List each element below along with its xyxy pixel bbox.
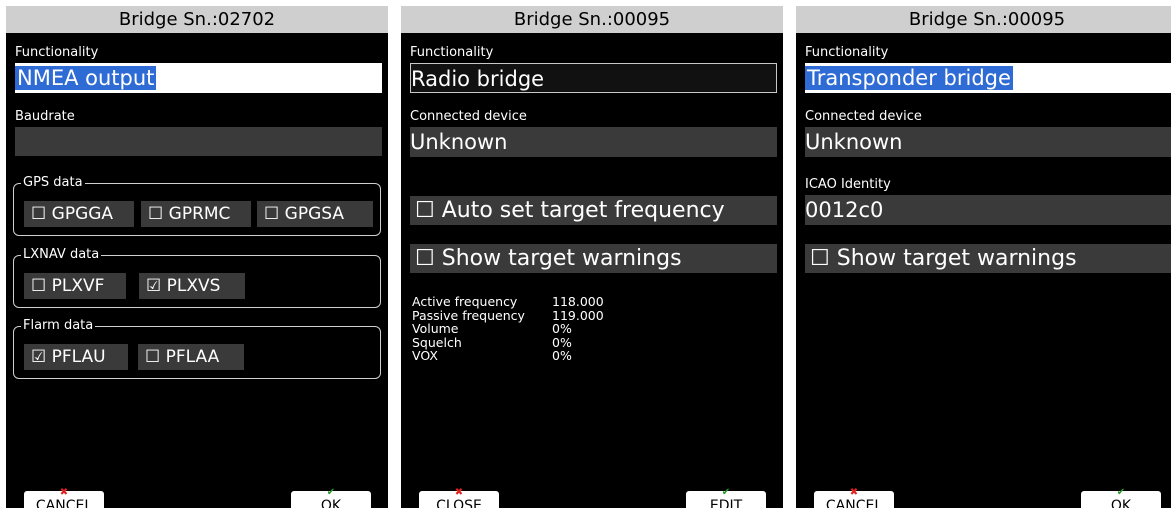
- bridge-settings-panel-radio: Bridge Sn.:00095 Functionality Radio bri…: [401, 6, 783, 508]
- functionality-label: Functionality: [15, 45, 99, 60]
- checkbox-label: GPRMC: [168, 204, 231, 224]
- functionality-select[interactable]: NMEA output: [15, 63, 382, 93]
- bridge-settings-panel-nmea: Bridge Sn.:02702 Functionality NMEA outp…: [6, 6, 388, 508]
- info-key: Passive frequency: [412, 307, 525, 323]
- ok-check-icon: ✔: [1116, 487, 1126, 498]
- checkbox-label: Show target warnings: [836, 246, 1077, 271]
- checkbox-label: GPGSA: [284, 204, 344, 224]
- baudrate-label: Baudrate: [15, 109, 75, 124]
- edit-check-icon: ✔: [721, 487, 731, 498]
- checkbox-icon: ☑: [146, 276, 162, 296]
- checkbox-icon: ☐: [264, 204, 280, 224]
- info-key: Volume: [412, 321, 459, 336]
- cancel-button-label: CANCEL: [825, 498, 883, 508]
- cancel-button[interactable]: ✖ CANCEL: [24, 487, 104, 508]
- plxvf-checkbox[interactable]: ☐ PLXVF: [24, 273, 126, 299]
- checkbox-label: Auto set target frequency: [441, 198, 725, 223]
- cancel-mark-icon: ✖: [849, 487, 859, 498]
- info-key: VOX: [412, 348, 438, 363]
- functionality-value: NMEA output: [15, 66, 157, 90]
- info-value: 0%: [552, 321, 572, 336]
- ok-button[interactable]: ✔ OK: [291, 487, 371, 508]
- show-target-warnings-checkbox[interactable]: ☐ Show target warnings: [410, 244, 777, 273]
- info-key: Squelch: [412, 334, 462, 350]
- auto-set-frequency-checkbox[interactable]: ☐ Auto set target frequency: [410, 196, 777, 225]
- functionality-select[interactable]: Transponder bridge: [805, 63, 1171, 93]
- cancel-mark-icon: ✖: [59, 487, 69, 498]
- checkbox-icon: ☐: [145, 347, 161, 367]
- gprmc-checkbox[interactable]: ☐ GPRMC: [141, 201, 251, 227]
- ok-button[interactable]: ✔ OK: [1081, 487, 1161, 508]
- connected-device-value: Unknown: [410, 130, 508, 154]
- checkbox-label: PFLAU: [51, 347, 106, 367]
- pflau-checkbox[interactable]: ☑ PFLAU: [24, 344, 128, 370]
- panel-title: Bridge Sn.:02702: [6, 6, 388, 33]
- functionality-value: Transponder bridge: [805, 66, 1013, 90]
- checkbox-icon: ☐: [31, 204, 47, 224]
- close-button-label: CLOSE: [436, 498, 482, 508]
- functionality-label: Functionality: [410, 45, 494, 60]
- lxnav-data-group: LXNAV data ☐ PLXVF ☑ PLXVS: [13, 247, 381, 308]
- gpgga-checkbox[interactable]: ☐ GPGGA: [24, 201, 134, 227]
- checkbox-icon: ☐: [31, 276, 47, 296]
- functionality-value: Radio bridge: [411, 67, 545, 91]
- flarm-data-group: Flarm data ☑ PFLAU ☐ PFLAA: [13, 318, 381, 379]
- gpgsa-checkbox[interactable]: ☐ GPGSA: [257, 201, 373, 227]
- connected-device-select[interactable]: Unknown: [410, 127, 777, 157]
- info-value: 0%: [552, 348, 572, 363]
- close-button[interactable]: ✖ CLOSE: [419, 487, 499, 508]
- info-key: Active frequency: [412, 294, 518, 309]
- close-mark-icon: ✖: [454, 487, 464, 498]
- checkbox-label: PLXVS: [166, 276, 221, 296]
- functionality-select[interactable]: Radio bridge: [410, 63, 777, 93]
- checkbox-label: PFLAA: [165, 347, 220, 367]
- panel-title: Bridge Sn.:00095: [796, 6, 1171, 33]
- checkbox-icon: ☐: [810, 246, 830, 271]
- cancel-button[interactable]: ✖ CANCEL: [814, 487, 894, 508]
- baudrate-select[interactable]: [15, 127, 382, 156]
- connected-device-label: Connected device: [805, 109, 922, 124]
- bridge-settings-panel-transponder: Bridge Sn.:00095 Functionality Transpond…: [796, 6, 1171, 508]
- connected-device-label: Connected device: [410, 109, 527, 124]
- info-value: 118.000: [552, 294, 604, 309]
- ok-button-label: OK: [320, 498, 342, 508]
- icao-identity-label: ICAO Identity: [805, 177, 891, 192]
- checkbox-label: PLXVF: [51, 276, 105, 296]
- checkbox-label: Show target warnings: [441, 246, 682, 271]
- checkbox-label: GPGGA: [51, 204, 114, 224]
- lxnav-group-title: LXNAV data: [21, 247, 102, 263]
- pflaa-checkbox[interactable]: ☐ PFLAA: [138, 344, 244, 370]
- functionality-label: Functionality: [805, 45, 889, 60]
- checkbox-icon: ☑: [31, 347, 47, 367]
- checkbox-icon: ☐: [148, 204, 164, 224]
- gps-group-title: GPS data: [21, 175, 85, 191]
- edit-button-label: EDIT: [709, 498, 743, 508]
- connected-device-value: Unknown: [805, 130, 903, 154]
- plxvs-checkbox[interactable]: ☑ PLXVS: [139, 273, 245, 299]
- cancel-button-label: CANCEL: [35, 498, 93, 508]
- flarm-group-title: Flarm data: [21, 318, 96, 334]
- edit-button[interactable]: ✔ EDIT: [686, 487, 766, 508]
- info-value: 119.000: [552, 307, 604, 323]
- checkbox-icon: ☐: [415, 246, 435, 271]
- gps-data-group: GPS data ☐ GPGGA ☐ GPRMC ☐ GPGSA: [13, 175, 381, 236]
- icao-identity-field[interactable]: 0012c0: [805, 195, 1171, 225]
- panel-title: Bridge Sn.:00095: [401, 6, 783, 33]
- info-value: 0%: [552, 334, 572, 350]
- ok-button-label: OK: [1110, 498, 1132, 508]
- connected-device-select[interactable]: Unknown: [805, 127, 1171, 157]
- checkbox-icon: ☐: [415, 198, 435, 223]
- ok-check-icon: ✔: [326, 487, 336, 498]
- icao-identity-value: 0012c0: [805, 198, 884, 222]
- show-target-warnings-checkbox[interactable]: ☐ Show target warnings: [805, 244, 1171, 273]
